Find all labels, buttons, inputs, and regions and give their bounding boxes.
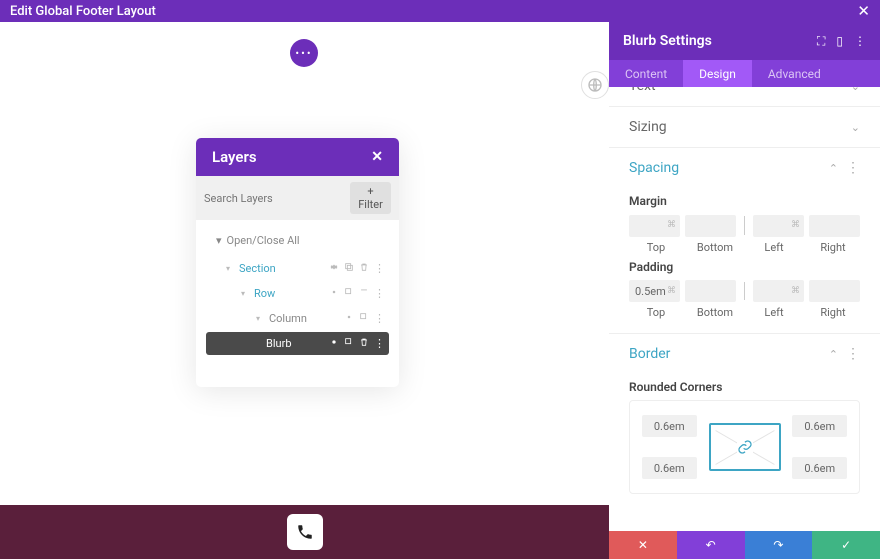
- corner-br-input[interactable]: [792, 457, 847, 479]
- side-label: Top: [629, 306, 683, 319]
- margin-right-input[interactable]: [809, 215, 860, 237]
- tab-advanced[interactable]: Advanced: [752, 60, 837, 87]
- more-icon[interactable]: ⋮: [846, 346, 860, 362]
- side-label: Bottom: [688, 241, 742, 254]
- corners-label: Rounded Corners: [629, 380, 860, 394]
- padding-bottom-input[interactable]: [685, 280, 736, 302]
- link-icon[interactable]: ⌘: [667, 286, 676, 296]
- tab-design[interactable]: Design: [683, 60, 752, 87]
- save-button[interactable]: ✓: [812, 531, 880, 559]
- more-icon[interactable]: ⋮: [374, 262, 385, 275]
- phone-blurb[interactable]: [287, 514, 323, 550]
- phone-icon: [296, 523, 314, 541]
- duplicate-icon[interactable]: [344, 337, 354, 347]
- link-icon: [737, 439, 753, 455]
- side-label: Left: [747, 306, 801, 319]
- padding-right-input[interactable]: [809, 280, 860, 302]
- gear-icon[interactable]: [344, 312, 354, 322]
- gear-icon[interactable]: [329, 337, 339, 347]
- undo-button[interactable]: ↶: [677, 531, 745, 559]
- layer-column[interactable]: ▾Column ⋮: [206, 307, 389, 330]
- side-label: Right: [806, 306, 860, 319]
- margin-bottom-input[interactable]: [685, 215, 736, 237]
- layer-row[interactable]: ▾Row ⋮: [206, 282, 389, 305]
- tablet-icon[interactable]: ▯: [836, 34, 843, 49]
- trash-icon[interactable]: [359, 262, 369, 272]
- layers-title: Layers: [212, 148, 257, 166]
- more-icon[interactable]: ⋮: [374, 337, 385, 350]
- gear-icon[interactable]: [329, 262, 339, 272]
- section-border[interactable]: Border ⌃⋮: [629, 334, 860, 374]
- corner-bl-input[interactable]: [642, 457, 697, 479]
- layer-blurb[interactable]: Blurb ⋮: [206, 332, 389, 355]
- padding-label: Padding: [629, 260, 860, 274]
- tab-content[interactable]: Content: [609, 60, 683, 87]
- trash-icon[interactable]: [359, 287, 369, 297]
- more-icon[interactable]: ⋮: [846, 160, 860, 176]
- globe-icon[interactable]: [581, 71, 609, 99]
- search-input[interactable]: [204, 182, 344, 214]
- corner-tr-input[interactable]: [792, 415, 847, 437]
- duplicate-icon[interactable]: [344, 287, 354, 297]
- section-spacing[interactable]: Spacing ⌃⋮: [629, 148, 860, 188]
- margin-label: Margin: [629, 194, 860, 208]
- trash-icon[interactable]: [359, 337, 369, 347]
- more-icon[interactable]: ⋮: [854, 34, 866, 49]
- module-options-button[interactable]: •••: [290, 39, 318, 67]
- close-icon[interactable]: ✕: [371, 149, 383, 165]
- footer-preview: [0, 505, 609, 559]
- gear-icon[interactable]: [329, 287, 339, 297]
- more-icon[interactable]: ⋮: [374, 287, 385, 300]
- page-title: Edit Global Footer Layout: [10, 4, 156, 19]
- link-icon[interactable]: ⌘: [667, 220, 676, 230]
- layer-section[interactable]: ▾Section ⋮: [206, 257, 389, 280]
- duplicate-icon[interactable]: [344, 262, 354, 272]
- side-label: Left: [747, 241, 801, 254]
- link-icon[interactable]: ⌘: [791, 286, 800, 296]
- link-icon[interactable]: ⌘: [791, 220, 800, 230]
- cancel-button[interactable]: ✕: [609, 531, 677, 559]
- side-label: Right: [806, 241, 860, 254]
- expand-icon[interactable]: ⛶: [817, 34, 825, 49]
- side-label: Top: [629, 241, 683, 254]
- link-corners-toggle[interactable]: [709, 423, 781, 471]
- settings-title: Blurb Settings: [623, 33, 712, 49]
- side-label: Bottom: [688, 306, 742, 319]
- filter-button[interactable]: + Filter: [350, 182, 391, 214]
- corner-tl-input[interactable]: [642, 415, 697, 437]
- duplicate-icon[interactable]: [359, 312, 369, 322]
- more-icon[interactable]: ⋮: [374, 312, 385, 325]
- section-text[interactable]: Text⌄: [629, 87, 860, 106]
- redo-button[interactable]: ↷: [745, 531, 813, 559]
- section-sizing[interactable]: Sizing⌄: [629, 107, 860, 147]
- layers-panel: Layers ✕ + Filter ▾Open/Close All ▾Secti…: [196, 138, 399, 387]
- open-close-all[interactable]: ▾Open/Close All: [206, 228, 389, 257]
- close-icon[interactable]: ✕: [857, 2, 870, 20]
